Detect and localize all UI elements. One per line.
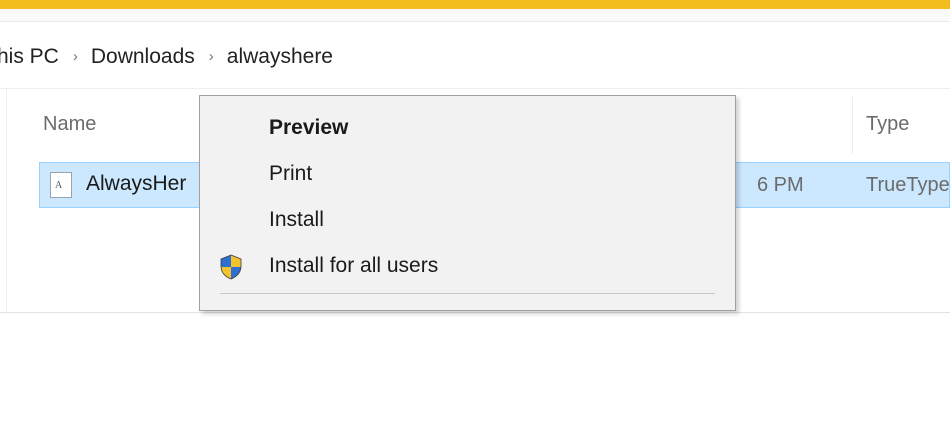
menu-item-preview[interactable]: Preview [200,107,735,151]
file-date-modified: 6 PM [757,174,804,196]
menu-item-label: Install [269,208,324,231]
menu-item-label: Print [269,162,313,185]
breadcrumb-downloads[interactable]: Downloads [91,45,195,69]
breadcrumb-this-pc[interactable]: his PC [0,45,59,69]
breadcrumb[interactable]: his PC › Downloads › alwayshere [0,34,950,80]
window-title-strip [0,0,950,9]
uac-shield-icon [220,254,242,280]
breadcrumb-separator-icon[interactable]: › [209,48,214,65]
menu-item-label: Install for all users [269,254,439,277]
ribbon-edge [0,9,950,22]
file-type: TrueType [866,174,950,196]
column-header-type[interactable]: Type [866,113,909,136]
menu-item-install[interactable]: Install [200,199,735,243]
column-header-name[interactable]: Name [43,113,96,136]
breadcrumb-alwayshere[interactable]: alwayshere [227,45,333,69]
context-menu[interactable]: Preview Print Install Install for all us… [199,95,736,311]
menu-item-label: Preview [269,116,349,139]
menu-item-print[interactable]: Print [200,153,735,197]
font-file-icon: A [50,172,72,198]
menu-separator [220,293,715,294]
file-name[interactable]: AlwaysHer [86,172,186,196]
breadcrumb-separator-icon[interactable]: › [73,48,78,65]
menu-item-install-for-all-users[interactable]: Install for all users [200,245,735,289]
navigation-pane-edge [0,89,7,312]
column-divider[interactable] [852,97,853,154]
